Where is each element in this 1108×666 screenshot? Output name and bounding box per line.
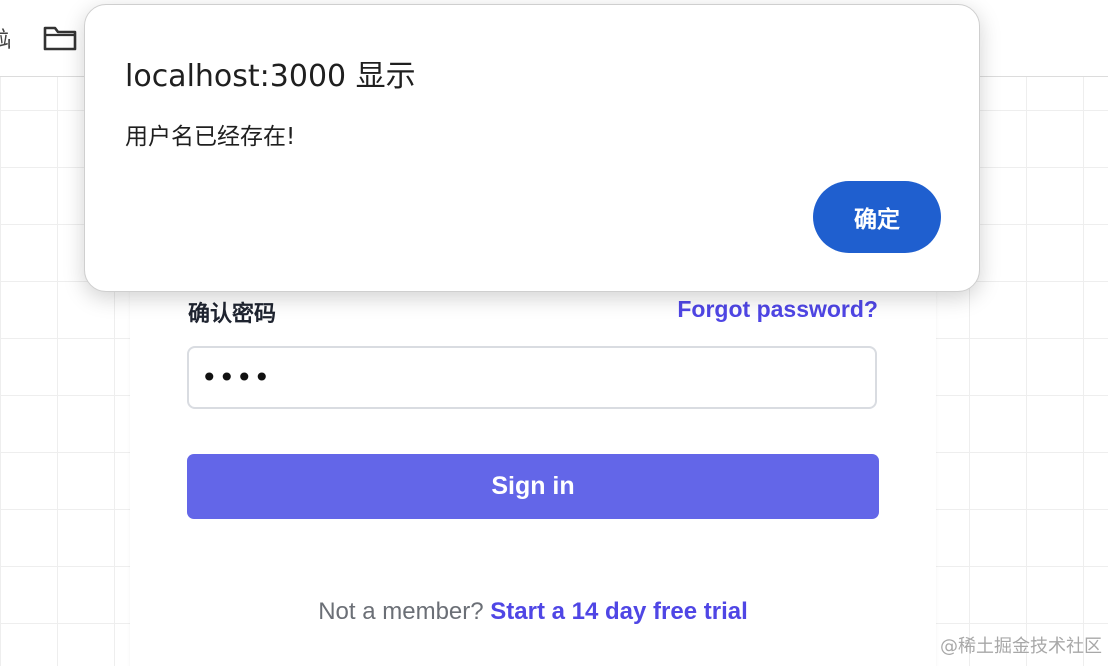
confirm-password-row: 确认密码 Forgot password?: [188, 296, 878, 327]
ok-button[interactable]: 确定: [813, 181, 941, 253]
free-trial-link[interactable]: Start a 14 day free trial: [490, 598, 747, 625]
watermark: @稀土掘金技术社区: [940, 636, 1102, 657]
confirm-password-input[interactable]: [187, 346, 877, 409]
alert-dialog: localhost:3000 显示 用户名已经存在! 确定: [84, 4, 980, 292]
member-prompt: Not a member? Start a 14 day free trial: [130, 598, 936, 626]
forgot-password-link[interactable]: Forgot password?: [677, 296, 878, 323]
not-member-text: Not a member?: [318, 598, 484, 625]
bookmark-item-partial[interactable]: 站: [0, 22, 10, 54]
alert-message: 用户名已经存在!: [125, 124, 296, 150]
confirm-password-label: 确认密码: [188, 302, 277, 327]
sign-in-button[interactable]: Sign in: [187, 454, 879, 519]
alert-title: localhost:3000 显示: [125, 59, 416, 94]
folder-icon[interactable]: [42, 24, 78, 52]
